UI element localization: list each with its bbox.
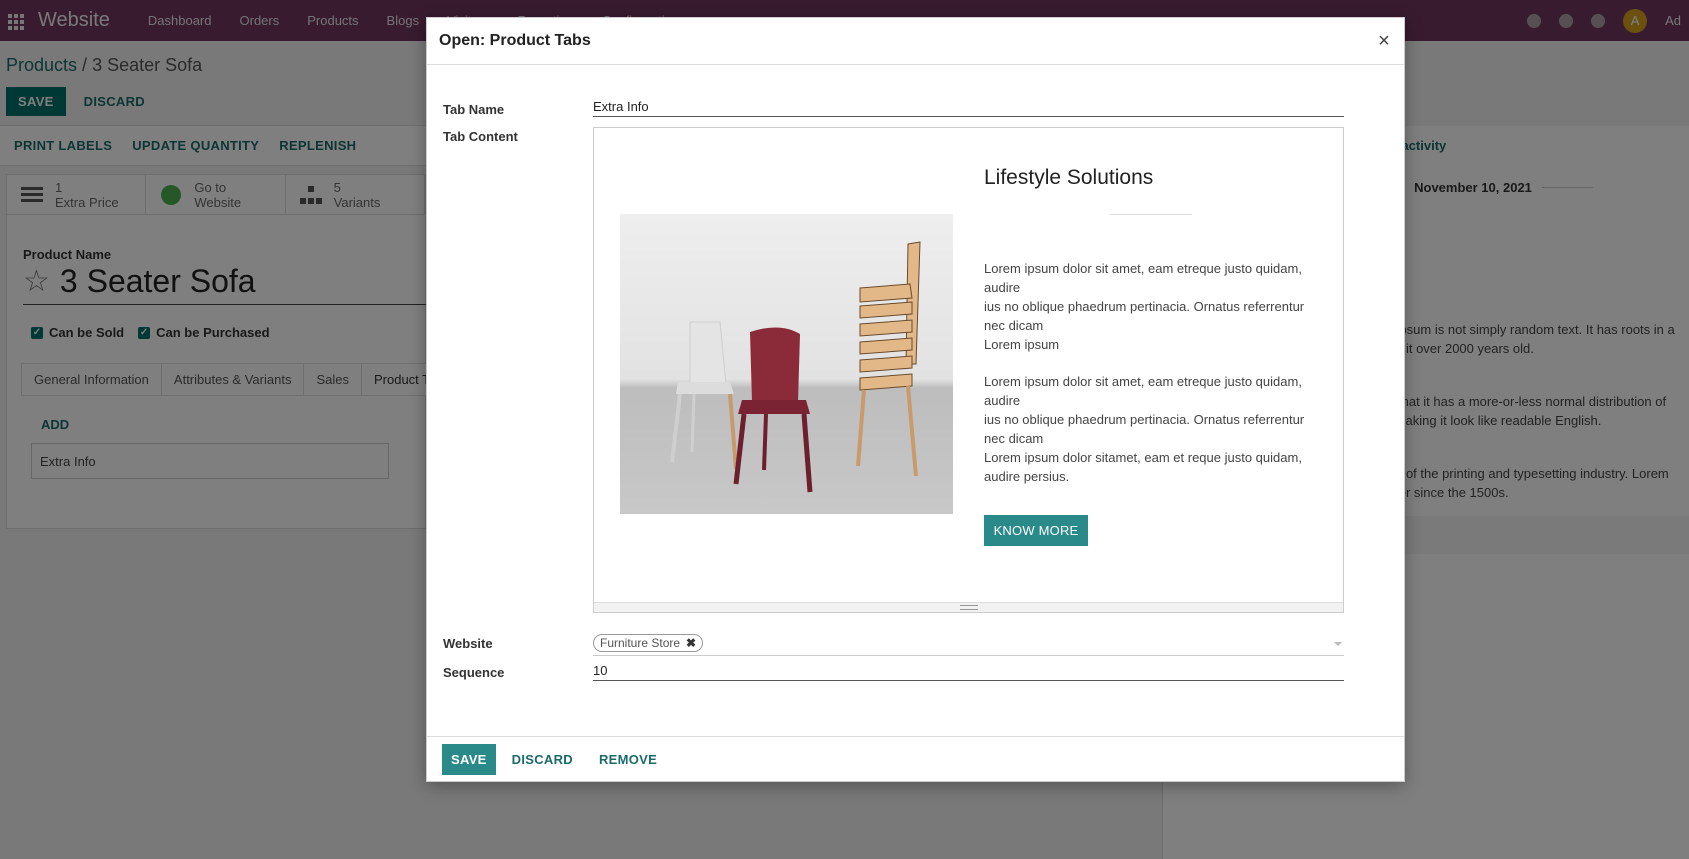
caret-down-icon[interactable] <box>1334 642 1342 646</box>
save-button[interactable]: SAVE <box>442 744 496 775</box>
editor-paragraph-1[interactable]: Lorem ipsum dolor sit amet, eam etreque … <box>984 259 1314 354</box>
website-tag: Furniture Store ✖ <box>593 634 704 652</box>
editor-line: ius no oblique phaedrum pertinacia. Orna… <box>984 299 1305 333</box>
discard-button[interactable]: DISCARD <box>502 744 583 775</box>
remove-button[interactable]: REMOVE <box>589 744 667 775</box>
website-tag-label: Furniture Store <box>600 636 681 650</box>
website-many2one-field[interactable]: Furniture Store ✖ <box>593 634 1344 656</box>
editor-line: ius no oblique phaedrum pertinacia. Orna… <box>984 412 1305 446</box>
editor-divider <box>1110 214 1192 215</box>
sequence-label: Sequence <box>443 665 505 680</box>
editor-heading[interactable]: Lifestyle Solutions <box>984 166 1153 190</box>
editor-line: Lorem ipsum dolor sit amet, eam etreque … <box>984 261 1302 295</box>
editor-resize-handle[interactable] <box>594 602 1343 612</box>
product-tabs-dialog: Open: Product Tabs × Tab Name Tab Conten… <box>426 17 1405 782</box>
editor-paragraph-2[interactable]: Lorem ipsum dolor sit amet, eam etreque … <box>984 372 1314 486</box>
remove-tag-icon[interactable]: ✖ <box>686 636 696 650</box>
sequence-input[interactable] <box>593 661 1344 681</box>
editor-line: Lorem ipsum dolor sitamet, eam et reque … <box>984 450 1302 484</box>
modal-body: Tab Name Tab Content <box>427 65 1404 736</box>
modal-header: Open: Product Tabs × <box>427 18 1404 65</box>
tab-name-input[interactable] <box>593 97 1344 117</box>
tab-name-label: Tab Name <box>443 102 505 117</box>
editor-line: Lorem ipsum dolor sit amet, eam etreque … <box>984 374 1302 408</box>
close-icon[interactable]: × <box>1374 30 1394 53</box>
website-label: Website <box>443 636 493 651</box>
modal-footer: SAVE DISCARD REMOVE <box>427 736 1404 782</box>
tab-content-editor[interactable]: Lifestyle Solutions Lorem ipsum dolor si… <box>593 127 1344 613</box>
modal-title: Open: Product Tabs <box>439 32 591 49</box>
resize-grip-icon <box>959 605 978 610</box>
tab-content-label: Tab Content <box>443 129 518 144</box>
chairs-illustration <box>670 241 921 493</box>
chairs-image <box>620 214 953 514</box>
editor-line: Lorem ipsum <box>984 337 1060 352</box>
know-more-button[interactable]: KNOW MORE <box>984 515 1088 546</box>
